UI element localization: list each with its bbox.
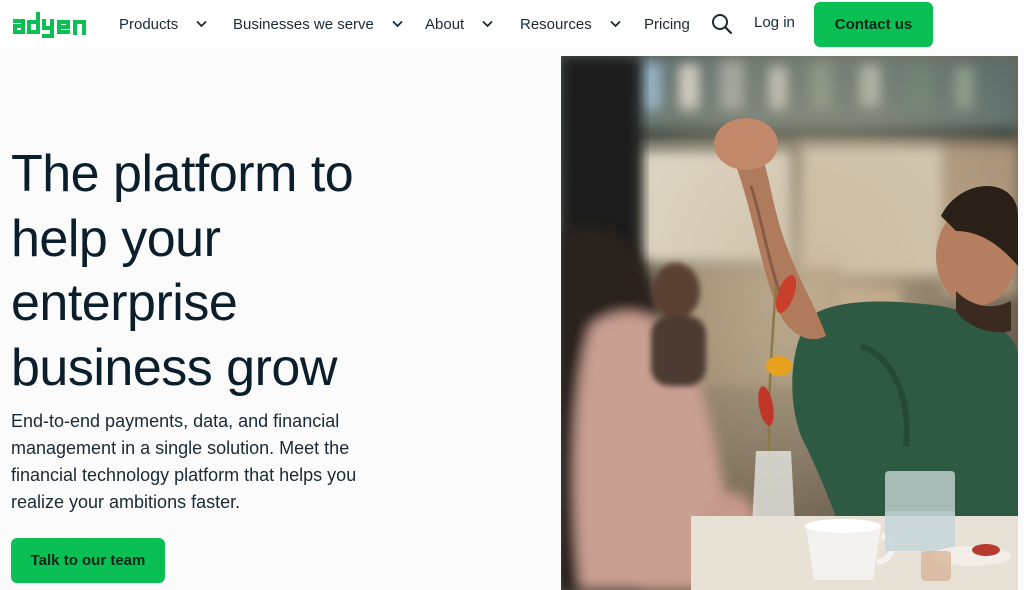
nav-about-label: About <box>425 15 465 33</box>
headline-line: enterprise <box>11 274 238 332</box>
nav-resources-label: Resources <box>520 15 592 33</box>
nav-pricing-label: Pricing <box>644 15 690 33</box>
nav-resources[interactable]: Resources <box>520 14 621 34</box>
restaurant-scene-image <box>561 56 1018 590</box>
headline-line: help your <box>11 209 221 268</box>
login-link[interactable]: Log in <box>754 14 795 31</box>
adyen-logo[interactable] <box>12 10 98 38</box>
nav-about[interactable]: About <box>425 14 493 34</box>
hero-subtext: End-to-end payments, data, and financial… <box>11 411 357 512</box>
chevron-down-icon <box>610 20 621 28</box>
logo-wordmark <box>13 12 86 38</box>
contact-us-button[interactable]: Contact us <box>814 2 933 47</box>
nav-pricing[interactable]: Pricing <box>644 14 690 34</box>
nav-products[interactable]: Products <box>119 14 207 34</box>
hero-headline: The platform to help your enterprise bus… <box>11 142 531 400</box>
search-icon <box>712 14 733 35</box>
headline-line: The platform to <box>11 145 354 203</box>
headline-line: business grow <box>11 338 337 397</box>
hero-photo <box>561 56 1018 590</box>
search-button[interactable] <box>711 13 733 35</box>
top-nav: Products Businesses we serve About Resou… <box>0 0 1024 48</box>
chevron-down-icon <box>196 20 207 28</box>
chevron-down-icon <box>482 20 493 28</box>
nav-businesses-label: Businesses we serve <box>233 15 374 33</box>
talk-to-our-team-button[interactable]: Talk to our team <box>11 538 165 583</box>
chevron-down-icon <box>392 20 403 28</box>
nav-businesses-we-serve[interactable]: Businesses we serve <box>233 14 403 34</box>
nav-products-label: Products <box>119 15 179 33</box>
